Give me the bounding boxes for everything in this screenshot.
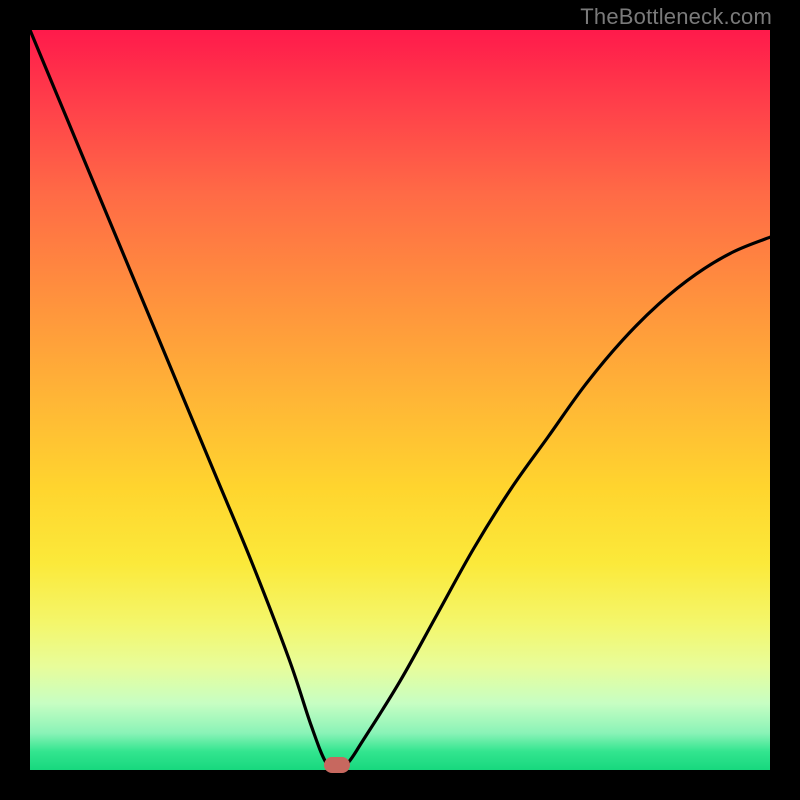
watermark-text: TheBottleneck.com xyxy=(580,4,772,30)
optimal-marker xyxy=(324,757,350,773)
plot-area xyxy=(30,30,770,770)
chart-frame: TheBottleneck.com xyxy=(0,0,800,800)
bottleneck-curve xyxy=(30,30,770,770)
